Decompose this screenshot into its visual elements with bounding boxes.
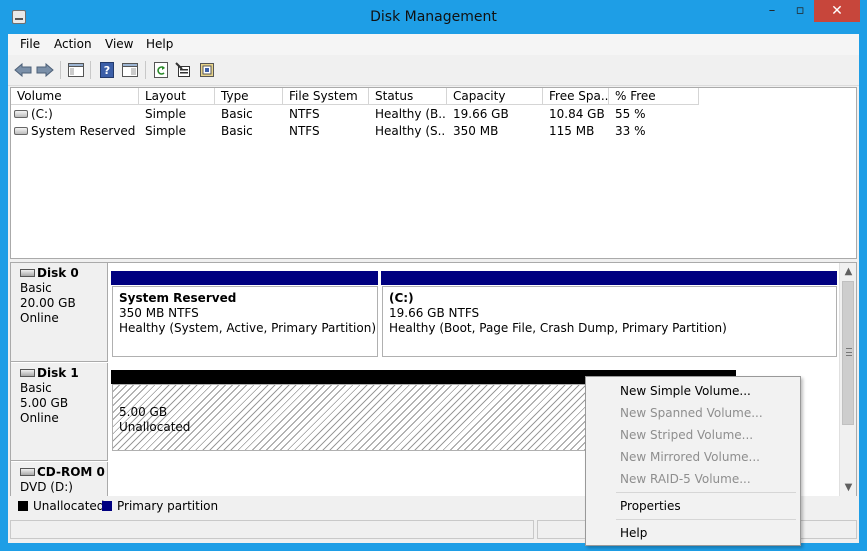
disk-size: 5.00 GB — [20, 396, 69, 410]
partition-health: Healthy (Boot, Page File, Crash Dump, Pr… — [389, 321, 727, 335]
volume-capacity: 19.66 GB — [453, 107, 509, 121]
disk-name: CD-ROM 0 — [37, 465, 105, 479]
volume-free-space: 115 MB — [549, 124, 595, 138]
scroll-down-arrow-icon[interactable]: ▼ — [840, 479, 856, 496]
menu-view[interactable]: View — [105, 37, 133, 51]
volume-percent-free: 55 % — [615, 107, 646, 121]
partition-name: System Reserved — [119, 291, 237, 305]
grip-icon — [846, 348, 852, 356]
partition-name: (C:) — [389, 291, 414, 305]
column-header-type[interactable]: Type — [215, 88, 283, 105]
toolbar: ? — [8, 55, 859, 86]
window-title: Disk Management — [370, 9, 497, 25]
menu-new-raid5-volume: New RAID-5 Volume... — [620, 472, 751, 486]
volume-name: (C:) — [31, 107, 53, 121]
volume-status: Healthy (B... — [375, 107, 445, 121]
menu-new-striped-volume: New Striped Volume... — [620, 428, 754, 442]
svg-text:?: ? — [104, 64, 110, 77]
forward-icon[interactable] — [35, 60, 55, 80]
partition-health: Healthy (System, Active, Primary Partiti… — [119, 321, 377, 335]
volume-name: System Reserved — [31, 124, 136, 138]
primary-partition-bar — [381, 271, 837, 285]
table-row[interactable]: (C:) Simple Basic NTFS Healthy (B... 19.… — [11, 106, 856, 123]
properties-icon[interactable] — [173, 60, 193, 80]
volume-file-system: NTFS — [289, 107, 320, 121]
volume-list: Volume Layout Type File System Status Ca… — [10, 87, 857, 259]
menu-properties[interactable]: Properties — [620, 499, 681, 513]
volume-status: Healthy (S... — [375, 124, 445, 138]
toolbar-separator — [145, 61, 146, 79]
disk-name: Disk 0 — [37, 266, 79, 280]
disk-type: DVD (D:) — [20, 480, 73, 494]
menu-action[interactable]: Action — [54, 37, 92, 51]
column-header-free-space[interactable]: Free Spa... — [543, 88, 609, 105]
menu-new-simple-volume[interactable]: New Simple Volume... — [620, 384, 751, 398]
menu-help-item[interactable]: Help — [620, 526, 647, 540]
disk-name: Disk 1 — [37, 366, 79, 380]
menu-new-mirrored-volume: New Mirrored Volume... — [620, 450, 760, 464]
scroll-up-arrow-icon[interactable]: ▲ — [840, 263, 856, 280]
disk-type: Basic — [20, 381, 52, 395]
cdrom-0-label[interactable]: CD-ROM 0 DVD (D:) — [11, 462, 108, 496]
context-menu: New Simple Volume... New Spanned Volume.… — [585, 376, 801, 546]
legend-primary-partition: Primary partition — [117, 499, 219, 513]
back-icon[interactable] — [13, 60, 33, 80]
primary-partition-swatch — [102, 501, 112, 511]
refresh-icon[interactable] — [151, 60, 171, 80]
volume-layout: Simple — [145, 124, 186, 138]
help-icon[interactable]: ? — [97, 60, 117, 80]
column-header-percent-free[interactable]: % Free — [609, 88, 699, 105]
partition-c-drive[interactable]: (C:) 19.66 GB NTFS Healthy (Boot, Page F… — [382, 286, 837, 357]
volume-file-system: NTFS — [289, 124, 320, 138]
status-panel — [10, 520, 534, 539]
menu-bar: File Action View Help — [8, 34, 859, 55]
legend-unallocated: Unallocated — [33, 499, 105, 513]
minimize-button[interactable]: – — [758, 0, 786, 22]
menu-help[interactable]: Help — [146, 37, 173, 51]
volume-percent-free: 33 % — [615, 124, 646, 138]
partition-system-reserved[interactable]: System Reserved 350 MB NTFS Healthy (Sys… — [112, 286, 378, 357]
menu-separator — [616, 492, 796, 493]
volume-capacity: 350 MB — [453, 124, 499, 138]
optical-drive-icon — [20, 467, 35, 476]
properties-pane-icon[interactable] — [120, 60, 140, 80]
menu-file[interactable]: File — [20, 37, 40, 51]
table-row[interactable]: System Reserved Simple Basic NTFS Health… — [11, 123, 856, 140]
column-header-volume[interactable]: Volume — [11, 88, 139, 105]
menu-new-spanned-volume: New Spanned Volume... — [620, 406, 763, 420]
console-tree-icon[interactable] — [66, 60, 86, 80]
hard-disk-icon — [20, 268, 35, 277]
volume-type: Basic — [221, 107, 253, 121]
drive-icon — [14, 126, 28, 135]
column-header-capacity[interactable]: Capacity — [447, 88, 543, 105]
rescan-disks-icon[interactable] — [197, 60, 217, 80]
column-header-status[interactable]: Status — [369, 88, 447, 105]
scrollbar-thumb[interactable] — [842, 281, 854, 425]
disk-size: 20.00 GB — [20, 296, 76, 310]
title-bar: Disk Management – ▫ ✕ — [0, 0, 867, 34]
partition-detail: 350 MB NTFS — [119, 306, 199, 320]
disk-map-scrollbar[interactable]: ▲ ▼ — [839, 263, 856, 496]
disk-0-label[interactable]: Disk 0 Basic 20.00 GB Online — [11, 263, 108, 362]
column-header-file-system[interactable]: File System — [283, 88, 369, 105]
menu-separator — [616, 519, 796, 520]
drive-icon — [14, 109, 28, 118]
close-button[interactable]: ✕ — [814, 0, 860, 22]
hard-disk-icon — [20, 368, 35, 377]
column-header-layout[interactable]: Layout — [139, 88, 215, 105]
volume-type: Basic — [221, 124, 253, 138]
toolbar-separator — [90, 61, 91, 79]
volume-free-space: 10.84 GB — [549, 107, 605, 121]
disk-status: Online — [20, 311, 59, 325]
primary-partition-bar — [111, 271, 378, 285]
volume-layout: Simple — [145, 107, 186, 121]
disk-type: Basic — [20, 281, 52, 295]
maximize-button[interactable]: ▫ — [786, 0, 814, 22]
partition-detail: 19.66 GB NTFS — [389, 306, 480, 320]
toolbar-separator — [60, 61, 61, 79]
disk-1-label[interactable]: Disk 1 Basic 5.00 GB Online — [11, 363, 108, 461]
disk-status: Online — [20, 411, 59, 425]
unallocated-swatch — [18, 501, 28, 511]
